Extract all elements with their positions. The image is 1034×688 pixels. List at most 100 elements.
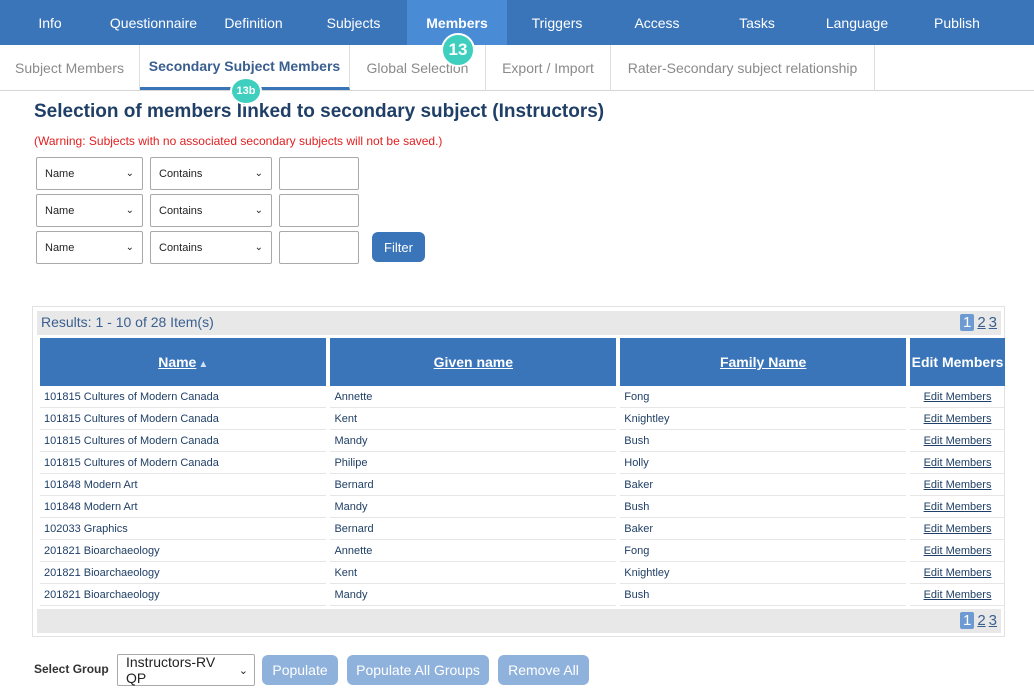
- filter-operator-select[interactable]: Contains ⌄: [150, 157, 272, 190]
- filter-field-select[interactable]: Name ⌄: [36, 231, 143, 264]
- cell-edit: Edit Members: [910, 386, 1005, 408]
- cell-name: 101848 Modern Art: [40, 474, 327, 496]
- filter-button[interactable]: Filter: [372, 232, 425, 262]
- tab-triggers[interactable]: Triggers: [507, 0, 607, 45]
- edit-members-link[interactable]: Edit Members: [924, 457, 992, 469]
- edit-members-link[interactable]: Edit Members: [924, 501, 992, 513]
- edit-members-link[interactable]: Edit Members: [924, 589, 992, 601]
- table-row: 101815 Cultures of Modern Canada Mandy Bus…: [40, 430, 1005, 452]
- table-row: 101848 Modern Art Mandy Bush Edit Members: [40, 496, 1005, 518]
- cell-edit: Edit Members: [910, 540, 1005, 562]
- cell-name: 101815 Cultures of Modern Canada: [40, 452, 327, 474]
- cell-given-name: Annette: [330, 386, 617, 408]
- remove-all-button[interactable]: Remove All: [498, 655, 589, 685]
- tab-definition[interactable]: Definition: [207, 0, 300, 45]
- cell-name: 101815 Cultures of Modern Canada: [40, 408, 327, 430]
- subtab-export-import[interactable]: Export / Import: [486, 45, 611, 90]
- table-row: 102033 Graphics Bernard Baker Edit Members: [40, 518, 1005, 540]
- results-panel: Results: 1 - 10 of 28 Item(s) 1 2 3 Name…: [32, 306, 1005, 637]
- table-row: 201821 Bioarchaeology Kent Knightley Edit M…: [40, 562, 1005, 584]
- tab-publish[interactable]: Publish: [907, 0, 1007, 45]
- edit-members-link[interactable]: Edit Members: [924, 435, 992, 447]
- chevron-down-icon: ⌄: [254, 168, 263, 179]
- edit-members-link[interactable]: Edit Members: [924, 567, 992, 579]
- chevron-down-icon: ⌄: [125, 168, 134, 179]
- tab-info[interactable]: Info: [0, 0, 100, 45]
- filter-value-input[interactable]: [279, 231, 359, 264]
- filter-value-input[interactable]: [279, 194, 359, 227]
- tab-access[interactable]: Access: [607, 0, 707, 45]
- filter-row: Name ⌄ Contains ⌄: [36, 157, 359, 190]
- step-badge-13b: 13b: [230, 77, 262, 105]
- cell-name: 101848 Modern Art: [40, 496, 327, 518]
- column-header-family-name[interactable]: Family Name: [620, 338, 907, 386]
- warning-text: (Warning: Subjects with no associated se…: [34, 134, 443, 148]
- filter-operator-select[interactable]: Contains ⌄: [150, 231, 272, 264]
- cell-name: 201821 Bioarchaeology: [40, 540, 327, 562]
- results-summary: Results: 1 - 10 of 28 Item(s): [41, 314, 214, 330]
- sub-nav: Subject Members Secondary Subject Member…: [0, 45, 1034, 91]
- top-nav: Info Questionnaire Definition Subjects M…: [0, 0, 1034, 45]
- select-group-label: Select Group: [34, 662, 109, 676]
- table-row: 201821 Bioarchaeology Annette Fong Edit Mem…: [40, 540, 1005, 562]
- pagination-top: 1 2 3: [957, 314, 997, 331]
- table-row: 101815 Cultures of Modern Canada Annette F…: [40, 386, 1005, 408]
- cell-given-name: Mandy: [330, 496, 617, 518]
- members-table: Name ▲ Given name Family Name Edit Member…: [36, 338, 1009, 606]
- tab-language[interactable]: Language: [807, 0, 907, 45]
- tab-subjects[interactable]: Subjects: [300, 0, 407, 45]
- cell-name: 201821 Bioarchaeology: [40, 584, 327, 606]
- cell-name: 102033 Graphics: [40, 518, 327, 540]
- page-link-2[interactable]: 2: [977, 612, 985, 629]
- chevron-down-icon: ⌄: [254, 242, 263, 253]
- cell-given-name: Mandy: [330, 584, 617, 606]
- page-link-3[interactable]: 3: [989, 314, 997, 331]
- group-select[interactable]: Instructors-RV QP ⌄: [117, 654, 255, 686]
- cell-family-name: Fong: [620, 540, 907, 562]
- tab-tasks[interactable]: Tasks: [707, 0, 807, 45]
- cell-given-name: Kent: [330, 408, 617, 430]
- cell-edit: Edit Members: [910, 584, 1005, 606]
- edit-members-link[interactable]: Edit Members: [924, 523, 992, 535]
- table-row: 201821 Bioarchaeology Mandy Bush Edit Membe…: [40, 584, 1005, 606]
- cell-edit: Edit Members: [910, 452, 1005, 474]
- page-link-1[interactable]: 1: [959, 314, 975, 331]
- edit-members-link[interactable]: Edit Members: [924, 545, 992, 557]
- table-row: 101815 Cultures of Modern Canada Philipe H…: [40, 452, 1005, 474]
- cell-edit: Edit Members: [910, 562, 1005, 584]
- page-link-3[interactable]: 3: [989, 612, 997, 629]
- cell-family-name: Baker: [620, 474, 907, 496]
- edit-members-link[interactable]: Edit Members: [924, 413, 992, 425]
- table-row: 101815 Cultures of Modern Canada Kent Knig…: [40, 408, 1005, 430]
- cell-name: 101815 Cultures of Modern Canada: [40, 430, 327, 452]
- chevron-down-icon: ⌄: [238, 664, 248, 677]
- edit-members-link[interactable]: Edit Members: [924, 391, 992, 403]
- filter-value-input[interactable]: [279, 157, 359, 190]
- column-header-given-name[interactable]: Given name: [330, 338, 617, 386]
- page-link-2[interactable]: 2: [977, 314, 985, 331]
- filter-field-select[interactable]: Name ⌄: [36, 194, 143, 227]
- chevron-down-icon: ⌄: [125, 242, 134, 253]
- cell-family-name: Baker: [620, 518, 907, 540]
- populate-all-groups-button[interactable]: Populate All Groups: [347, 655, 489, 685]
- filter-operator-select[interactable]: Contains ⌄: [150, 194, 272, 227]
- cell-family-name: Bush: [620, 496, 907, 518]
- step-badge-13: 13: [441, 33, 475, 67]
- cell-family-name: Holly: [620, 452, 907, 474]
- cell-family-name: Fong: [620, 386, 907, 408]
- cell-family-name: Bush: [620, 430, 907, 452]
- subtab-subject-members[interactable]: Subject Members: [0, 45, 140, 90]
- cell-edit: Edit Members: [910, 430, 1005, 452]
- results-bar: Results: 1 - 10 of 28 Item(s) 1 2 3: [37, 311, 1001, 335]
- edit-members-link[interactable]: Edit Members: [924, 479, 992, 491]
- populate-button[interactable]: Populate: [262, 655, 338, 685]
- results-bar-bottom: 1 2 3: [37, 609, 1001, 633]
- filter-row: Name ⌄ Contains ⌄: [36, 194, 359, 227]
- cell-name: 201821 Bioarchaeology: [40, 562, 327, 584]
- tab-questionnaire[interactable]: Questionnaire: [100, 0, 207, 45]
- filter-row: Name ⌄ Contains ⌄: [36, 231, 359, 264]
- filter-field-select[interactable]: Name ⌄: [36, 157, 143, 190]
- page-link-1[interactable]: 1: [959, 612, 975, 629]
- column-header-name[interactable]: Name ▲: [40, 338, 327, 386]
- subtab-rater-secondary-relationship[interactable]: Rater-Secondary subject relationship: [611, 45, 875, 90]
